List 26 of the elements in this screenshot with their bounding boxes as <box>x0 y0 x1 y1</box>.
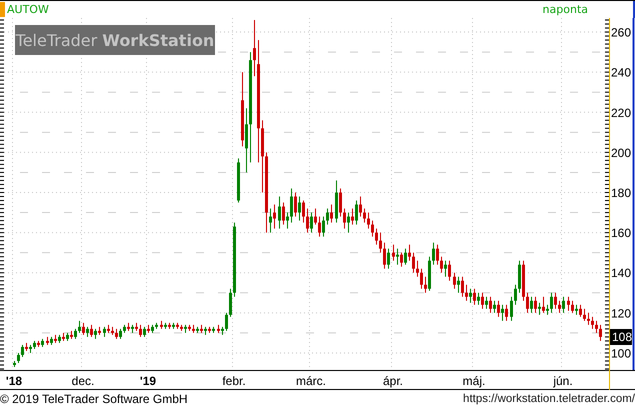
x-axis-label: márc. <box>296 374 326 388</box>
x-axis-label: febr. <box>222 374 246 388</box>
y-axis-label: 240 <box>610 66 631 80</box>
x-axis-label: '18 <box>6 374 22 388</box>
x-axis-label: dec. <box>72 374 94 388</box>
logo-text: TeleTrader <box>16 30 98 50</box>
y-axis-label: 100 <box>610 346 631 360</box>
y-axis-label: 220 <box>610 106 631 120</box>
x-axis-label: ápr. <box>383 374 403 388</box>
y-axis-label: 160 <box>610 226 631 240</box>
y-axis-label: 140 <box>610 266 631 280</box>
y-axis-label: 180 <box>610 186 631 200</box>
interval-label: naponta <box>542 3 588 16</box>
symbol-marker <box>0 2 5 17</box>
y-axis-label: 200 <box>610 146 631 160</box>
x-axis-label: jún. <box>553 374 573 388</box>
candlestick <box>237 158 240 203</box>
y-axis-label: 260 <box>610 26 631 40</box>
copyright-text: © 2019 TeleTrader Software GmbH <box>0 392 188 406</box>
x-axis-label: '19 <box>140 374 156 388</box>
website-link[interactable]: https://workstation.teletrader.com/ <box>463 392 635 404</box>
last-price-label: 108 <box>610 328 632 345</box>
symbol-label: AUTOW <box>7 3 49 16</box>
y-axis-label: 120 <box>610 306 631 320</box>
logo-text: WorkStation <box>102 30 214 50</box>
x-axis-label: máj. <box>462 374 486 388</box>
